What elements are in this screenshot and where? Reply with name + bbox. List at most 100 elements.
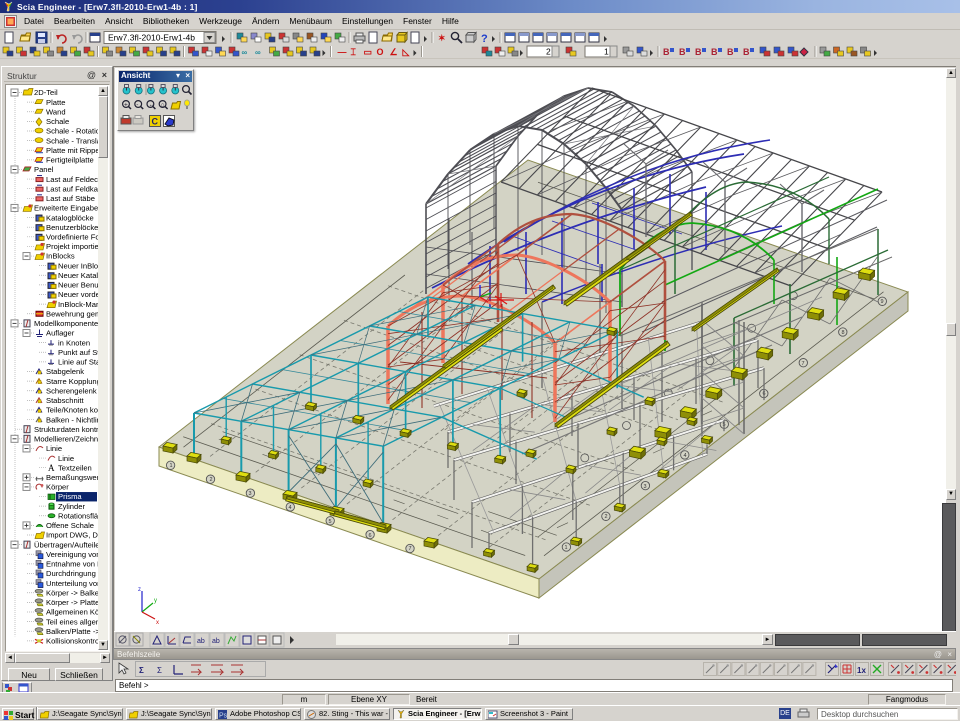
svg-text:◺: ◺ (402, 47, 411, 57)
svg-text:Punkt auf Stab: Punkt auf Stab (58, 348, 100, 357)
svg-text:7: 7 (408, 546, 411, 552)
svg-text:1: 1 (564, 545, 567, 551)
svg-text:Vordefinierte Formen: Vordefinierte Formen (46, 233, 100, 242)
svg-text:Balken/Platte -> Allge: Balken/Platte -> Allge (46, 627, 100, 636)
svg-text:Erweiterte Eingabe: Erweiterte Eingabe (34, 204, 98, 213)
svg-text:Balken - Nichtlineariti: Balken - Nichtlineariti (46, 415, 100, 424)
svg-text:B: B (679, 47, 686, 57)
svg-text:B: B (727, 47, 734, 57)
svg-text:A: A (48, 463, 55, 473)
svg-text:Σ: Σ (139, 666, 144, 675)
svg-text:↔: ↔ (148, 102, 155, 109)
svg-text:Modellieren/Zeichnen: Modellieren/Zeichnen (34, 435, 100, 444)
svg-text:Vereinigung von Körp: Vereinigung von Körp (46, 550, 100, 559)
svg-text:Platte mit Rippen: Platte mit Rippen (46, 146, 100, 155)
svg-text:6: 6 (368, 533, 371, 539)
svg-text:ab: ab (197, 638, 205, 645)
svg-text:B: B (663, 47, 670, 57)
svg-text:B: B (743, 47, 750, 57)
svg-text:x: x (156, 620, 159, 626)
svg-text:Last auf Stäbe: Last auf Stäbe (46, 194, 95, 203)
svg-text:z: z (138, 587, 141, 593)
svg-text:⌂: ⌂ (161, 102, 165, 109)
svg-text:Teile/Knoten koppeln: Teile/Knoten koppeln (46, 406, 100, 415)
svg-text:Zylinder: Zylinder (58, 502, 85, 511)
svg-text:InBlocks: InBlocks (46, 252, 75, 261)
svg-text:Körper -> Balken/Stü: Körper -> Balken/Stü (46, 588, 100, 597)
svg-text:Allgemeinen Körper in: Allgemeinen Körper in (46, 608, 100, 617)
svg-text:Bemaßungswerkzeug: Bemaßungswerkzeug (46, 473, 100, 482)
svg-text:?: ? (481, 33, 488, 45)
svg-text:O: O (377, 47, 384, 57)
svg-text:Schale - Translationsf: Schale - Translationsf (46, 136, 100, 145)
svg-text:Projekt importieren (E: Projekt importieren (E (46, 242, 100, 251)
svg-text:C: C (152, 117, 159, 127)
svg-text:Last auf Feldkanten: Last auf Feldkanten (46, 184, 100, 193)
svg-text:Kollisionskontrolle vor: Kollisionskontrolle vor (46, 637, 100, 646)
svg-text:Stabgelenk: Stabgelenk (46, 367, 84, 376)
svg-text:Panel: Panel (34, 165, 54, 174)
svg-text:5: 5 (328, 519, 331, 525)
svg-text:9: 9 (880, 299, 883, 305)
svg-text:Entnahme von Körper: Entnahme von Körper (46, 560, 100, 569)
svg-text:Erw7.3fl-2010-Erw1-4b: Erw7.3fl-2010-Erw1-4b (108, 33, 195, 43)
svg-text:Textzeilen: Textzeilen (58, 463, 92, 472)
svg-text:2: 2 (209, 477, 212, 483)
svg-text:B: B (695, 47, 702, 57)
svg-text:Schale - Rotationsflä: Schale - Rotationsflä (46, 127, 100, 136)
svg-text:4: 4 (683, 453, 686, 459)
svg-text:Benutzerblöcke: Benutzerblöcke (46, 223, 98, 232)
svg-text:Neuer Benutzer-In: Neuer Benutzer-In (58, 281, 100, 290)
svg-text:Scherengelenk: Scherengelenk (46, 386, 97, 395)
svg-text:Linie auf Stab: Linie auf Stab (58, 358, 100, 367)
svg-text:Fertigteilplatte: Fertigteilplatte (46, 156, 94, 165)
svg-text:Offene Schale: Offene Schale (46, 521, 94, 530)
svg-text:Linie: Linie (58, 454, 74, 463)
svg-text:8: 8 (841, 330, 844, 336)
svg-text:Bewehrung gemäß Vo: Bewehrung gemäß Vo (46, 309, 100, 318)
svg-text:Linie: Linie (46, 444, 62, 453)
svg-text:4: 4 (288, 505, 291, 511)
svg-text:y: y (154, 598, 157, 604)
svg-text:2D-Teil: 2D-Teil (34, 88, 58, 97)
svg-text:Starre Kopplungen: Starre Kopplungen (46, 377, 100, 386)
svg-text:in Knoten: in Knoten (58, 338, 90, 347)
svg-text:Neuer vordefiniert: Neuer vordefiniert (58, 290, 100, 299)
svg-text:Modellkomponenten: Modellkomponenten (34, 319, 100, 328)
svg-text:Neuer InBlock: Neuer InBlock (58, 261, 100, 270)
svg-text:Platte: Platte (46, 98, 65, 107)
svg-text:∠: ∠ (390, 47, 398, 57)
svg-text:-: - (136, 102, 138, 109)
svg-text:Import DWG, DXF, VR: Import DWG, DXF, VR (46, 531, 100, 540)
svg-text:Übertragen/Aufteilen/Ver: Übertragen/Aufteilen/Ver (34, 540, 100, 549)
svg-text:Neuer Katalog-InB: Neuer Katalog-InB (58, 271, 100, 280)
svg-text:2: 2 (546, 47, 551, 57)
svg-text:3: 3 (643, 484, 646, 490)
svg-text:InBlock-Manager: InBlock-Manager (58, 300, 100, 309)
svg-text:B: B (711, 47, 718, 57)
svg-text:∞: ∞ (242, 48, 248, 57)
svg-text:Schale: Schale (46, 117, 69, 126)
svg-text:Stabschnitt: Stabschnitt (46, 396, 84, 405)
svg-text:Ps: Ps (219, 712, 228, 719)
svg-text:7: 7 (801, 361, 804, 367)
svg-text:ab: ab (212, 638, 220, 645)
svg-text:1: 1 (169, 463, 172, 469)
svg-text:1x: 1x (857, 666, 866, 675)
svg-text:Körper -> Platte/Wan: Körper -> Platte/Wan (46, 598, 100, 607)
svg-text:Katalogblöcke: Katalogblöcke (46, 213, 94, 222)
svg-text:Wand: Wand (46, 107, 66, 116)
svg-text:—: — (338, 47, 347, 57)
svg-text:+: + (124, 102, 128, 109)
svg-text:Teil eines allgemeiner: Teil eines allgemeiner (46, 617, 100, 626)
svg-text:Prisma: Prisma (58, 492, 82, 501)
svg-text:Unterteilung von Körp: Unterteilung von Körp (46, 579, 100, 588)
svg-text:Rotationsfläche: Rotationsfläche (58, 511, 100, 520)
svg-text:Körper: Körper (46, 483, 69, 492)
svg-text:Auflager: Auflager (46, 329, 75, 338)
svg-text:Durchdringung von K: Durchdringung von K (46, 569, 100, 578)
svg-text:✶: ✶ (438, 33, 446, 43)
svg-text:Last auf Feldecken: Last auf Feldecken (46, 175, 100, 184)
svg-text:⌶: ⌶ (351, 47, 357, 57)
svg-text:▭: ▭ (364, 47, 373, 57)
